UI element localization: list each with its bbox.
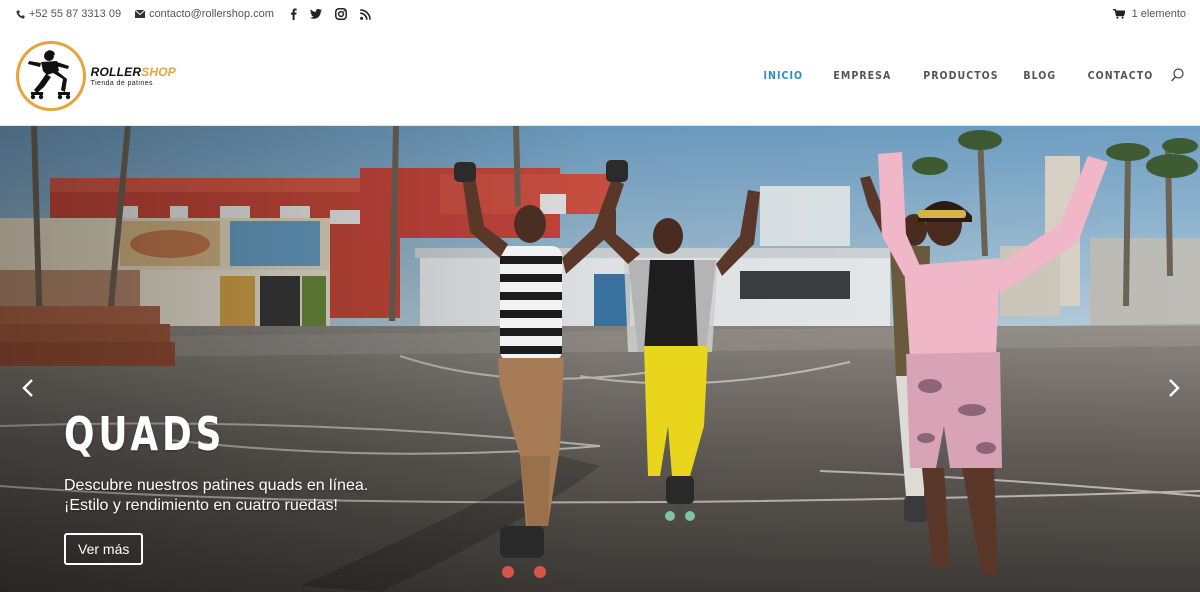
envelope-icon <box>135 10 146 18</box>
top-bar: +52 55 87 3313 09 contacto@rollershop.co… <box>0 0 1200 28</box>
ver-mas-button[interactable]: Ver más <box>64 533 144 565</box>
nav-item-contacto[interactable]: CONTACTO <box>1087 69 1153 82</box>
email-address: contacto@rollershop.com <box>149 8 274 20</box>
chevron-right-icon <box>1169 379 1180 397</box>
hero-slider: QUADS Descubre nuestros patines quads en… <box>0 126 1200 592</box>
hero-description-line-1: Descubre nuestros patines quads en línea… <box>64 477 369 494</box>
cart-link[interactable]: 1 elemento <box>1112 8 1186 20</box>
cart-count: 1 elemento <box>1131 8 1186 20</box>
phone-contact[interactable]: +52 55 87 3313 09 <box>16 8 121 20</box>
phone-icon <box>16 9 25 18</box>
nav-item-productos[interactable]: PRODUCTOS <box>923 69 998 82</box>
rss-icon[interactable] <box>360 8 371 20</box>
logo-text: ROLLERSHOP Tienda de patines <box>91 65 176 87</box>
slider-next-arrow[interactable] <box>1164 378 1184 398</box>
instagram-icon[interactable] <box>335 8 347 20</box>
cart-icon <box>1112 9 1125 19</box>
logo-name-part1: ROLLER <box>90 65 142 79</box>
logo-name-part2: SHOP <box>141 65 176 79</box>
logo-name: ROLLERSHOP <box>91 65 176 79</box>
hero-title: QUADS <box>64 407 226 461</box>
twitter-icon[interactable] <box>309 9 322 19</box>
phone-number: +52 55 87 3313 09 <box>29 8 122 20</box>
main-nav: INICIO EMPRESA PRODUCTOS BLOG CONTACTO <box>737 68 1184 82</box>
hero-description: Descubre nuestros patines quads en línea… <box>64 476 424 516</box>
nav-item-blog[interactable]: BLOG <box>1024 69 1057 82</box>
social-links <box>290 8 384 20</box>
hero-caption: QUADS Descubre nuestros patines quads en… <box>64 408 424 565</box>
site-logo[interactable]: ROLLERSHOP Tienda de patines <box>16 40 176 112</box>
nav-item-inicio[interactable]: INICIO <box>764 69 804 82</box>
skater-logo-icon <box>28 50 71 100</box>
nav-item-empresa[interactable]: EMPRESA <box>833 69 891 82</box>
slider-prev-arrow[interactable] <box>18 378 38 398</box>
facebook-icon[interactable] <box>290 8 297 20</box>
site-header: ROLLERSHOP Tienda de patines INICIO EMPR… <box>0 28 1200 126</box>
email-contact[interactable]: contacto@rollershop.com <box>135 8 274 20</box>
chevron-left-icon <box>22 379 33 397</box>
logo-badge <box>16 41 86 111</box>
search-icon[interactable] <box>1171 68 1184 82</box>
logo-tagline: Tienda de patines <box>90 80 153 87</box>
hero-description-line-2: ¡Estilo y rendimiento en cuatro ruedas! <box>64 497 338 514</box>
